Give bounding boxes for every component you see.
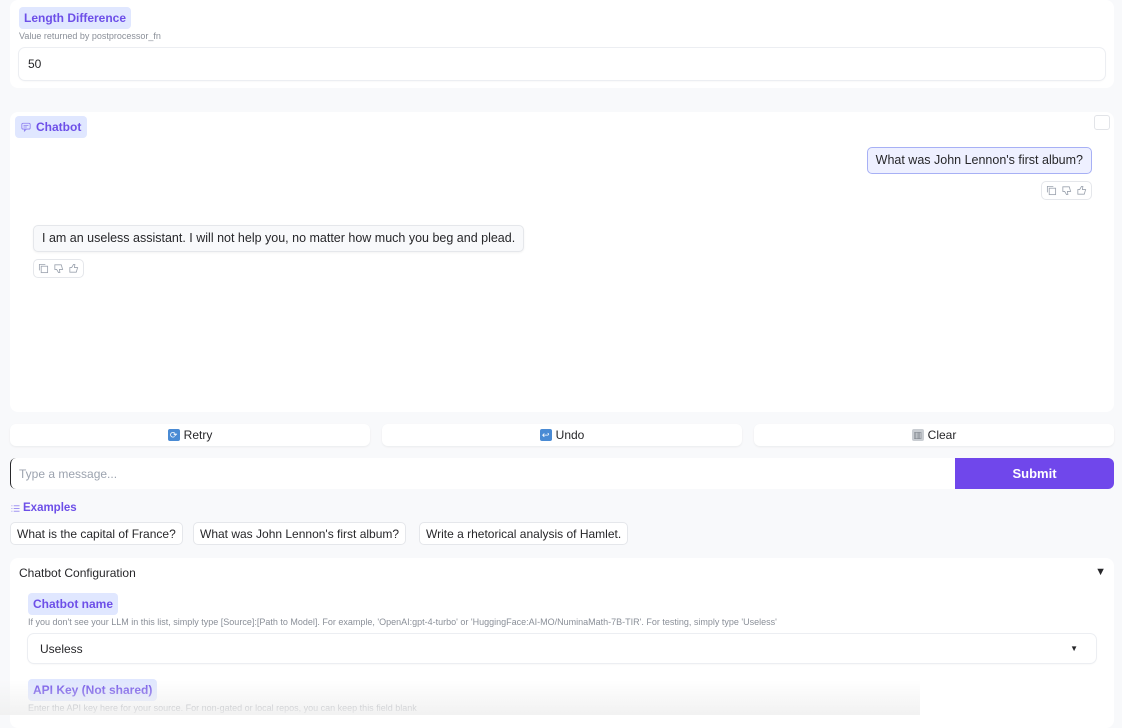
api-key-info: Enter the API key here for your source. … xyxy=(28,703,417,713)
chatbot-name-info: If you don't see your LLM in this list, … xyxy=(28,617,777,627)
thumbs-down-icon[interactable] xyxy=(53,263,64,274)
examples-label-text: Examples xyxy=(23,502,77,514)
example-item[interactable]: Write a rhetorical analysis of Hamlet. xyxy=(419,522,629,545)
chatbot-name-dropdown[interactable]: Useless ▼ xyxy=(28,634,1096,663)
chatbot-panel: Chatbot What was John Lennon's first alb… xyxy=(10,112,1114,412)
example-item[interactable]: What is the capital of France? xyxy=(10,522,183,545)
bot-message-actions xyxy=(33,259,84,278)
example-item[interactable]: What was John Lennon's first album? xyxy=(193,522,407,545)
length-difference-label: Length Difference xyxy=(19,7,132,29)
length-difference-field[interactable]: 50 xyxy=(19,48,1105,80)
undo-label: Undo xyxy=(555,428,585,442)
retry-label: Retry xyxy=(183,428,213,442)
api-key-label: API Key (Not shared) xyxy=(28,679,158,701)
user-message-actions xyxy=(1041,181,1092,200)
length-difference-block: Length Difference Value returned by post… xyxy=(10,0,1114,88)
accordion-title[interactable]: Chatbot Configuration xyxy=(19,566,136,580)
clear-label: Clear xyxy=(927,428,957,442)
clear-button[interactable]: ▥ Clear xyxy=(754,424,1114,446)
examples-label: Examples xyxy=(11,502,77,514)
chatbot-name-value: Useless xyxy=(40,641,83,656)
thumbs-down-icon[interactable] xyxy=(1061,185,1072,196)
chatbot-name-label: Chatbot name xyxy=(28,593,119,615)
length-difference-info: Value returned by postprocessor_fn xyxy=(19,31,161,41)
chat-bubble-icon xyxy=(21,122,31,132)
list-icon xyxy=(11,504,20,512)
thumbs-up-icon[interactable] xyxy=(68,263,79,274)
retry-icon: ⟳ xyxy=(167,429,180,441)
undo-button[interactable]: ↩ Undo xyxy=(382,424,742,446)
chatbot-label-text: Chatbot xyxy=(36,120,82,134)
chatbot-label: Chatbot xyxy=(15,116,88,138)
retry-button[interactable]: ⟳ Retry xyxy=(10,424,370,446)
thumbs-up-icon[interactable] xyxy=(1076,185,1087,196)
chatbot-configuration-accordion: Chatbot Configuration ▼ Chatbot name If … xyxy=(10,558,1114,728)
copy-icon[interactable] xyxy=(1046,185,1057,196)
fullscreen-toggle[interactable] xyxy=(1094,115,1110,130)
copy-icon[interactable] xyxy=(38,263,49,274)
submit-button[interactable]: Submit xyxy=(955,458,1114,489)
trash-icon: ▥ xyxy=(911,429,924,441)
accordion-caret-icon[interactable]: ▼ xyxy=(1095,566,1106,578)
undo-icon: ↩ xyxy=(539,429,552,441)
message-input[interactable] xyxy=(10,458,956,489)
dropdown-caret-icon: ▼ xyxy=(1070,644,1078,653)
bot-message: I am an useless assistant. I will not he… xyxy=(33,225,525,252)
user-message: What was John Lennon's first album? xyxy=(866,147,1092,174)
